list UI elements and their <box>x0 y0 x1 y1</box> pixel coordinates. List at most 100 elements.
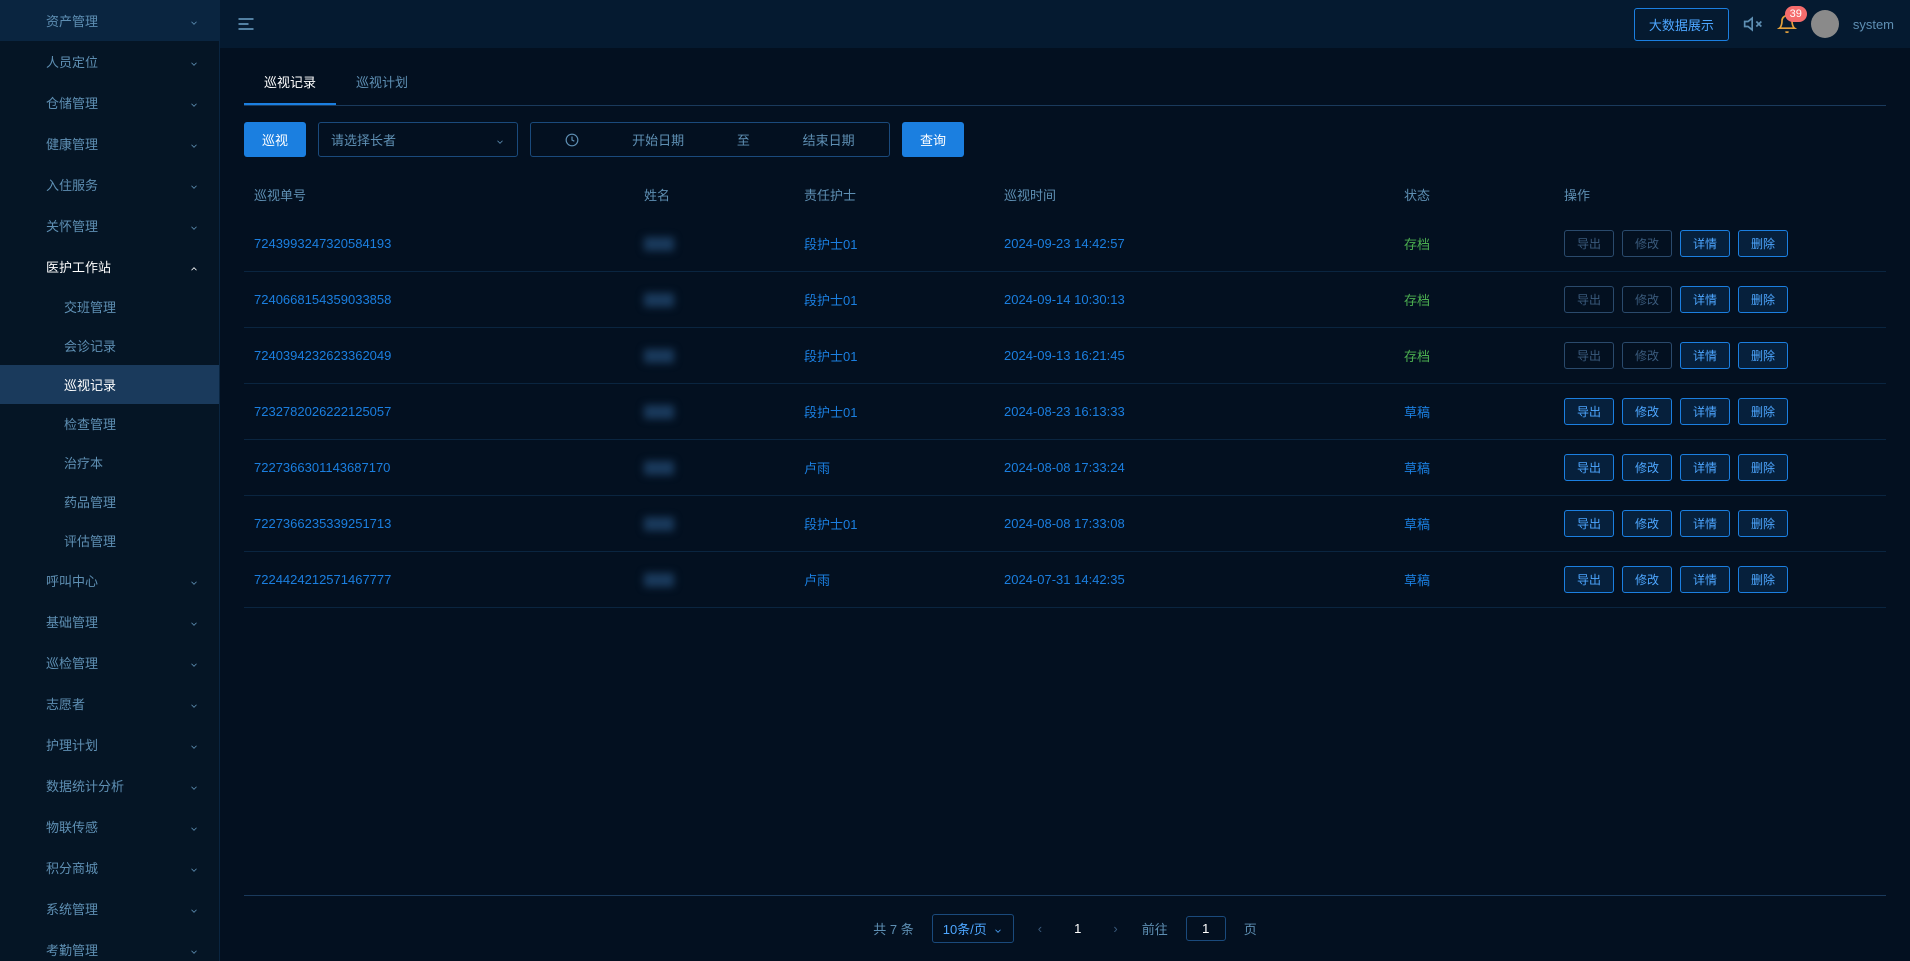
prev-page-button[interactable]: ‹ <box>1032 921 1048 936</box>
sidebar-item-label: 考勤管理 <box>46 940 98 959</box>
delete-button[interactable]: 删除 <box>1738 510 1788 537</box>
elder-select[interactable]: 请选择长者 <box>318 122 518 157</box>
sidebar-item-8[interactable]: 基础管理 <box>0 601 219 642</box>
start-date-placeholder: 开始日期 <box>632 130 684 149</box>
notification-icon[interactable]: 39 <box>1777 14 1797 34</box>
table-row: 7232782026222125057段护士012024-08-23 16:13… <box>244 384 1886 440</box>
delete-button[interactable]: 删除 <box>1738 454 1788 481</box>
avatar[interactable] <box>1811 10 1839 38</box>
pagination: 共 7 条 10条/页 ‹ 1 › 前往 页 <box>244 895 1886 961</box>
edit-button: 修改 <box>1622 342 1672 369</box>
next-page-button[interactable]: › <box>1107 921 1123 936</box>
cell-ops: 导出修改详情删除 <box>1564 342 1886 369</box>
chevron-down-icon <box>189 658 199 668</box>
edit-button[interactable]: 修改 <box>1622 510 1672 537</box>
detail-button[interactable]: 详情 <box>1680 230 1730 257</box>
sidebar-item-label: 积分商城 <box>46 858 98 877</box>
sidebar-subitem-6-6[interactable]: 评估管理 <box>0 521 219 560</box>
table-header: 巡视单号 姓名 责任护士 巡视时间 状态 操作 <box>244 173 1886 216</box>
sidebar-item-3[interactable]: 健康管理 <box>0 123 219 164</box>
cell-name <box>644 237 804 251</box>
sidebar-item-14[interactable]: 积分商城 <box>0 847 219 888</box>
export-button[interactable]: 导出 <box>1564 566 1614 593</box>
sidebar-subitem-6-3[interactable]: 检查管理 <box>0 404 219 443</box>
date-separator: 至 <box>737 130 750 149</box>
content: 巡视记录巡视计划 巡视 请选择长者 开始日期 至 结束日期 查询 巡视单号 姓名… <box>220 48 1910 961</box>
cell-time: 2024-08-08 17:33:08 <box>1004 516 1404 531</box>
sidebar-subitem-6-0[interactable]: 交班管理 <box>0 287 219 326</box>
mute-icon[interactable] <box>1743 14 1763 34</box>
delete-button[interactable]: 删除 <box>1738 342 1788 369</box>
tab-0[interactable]: 巡视记录 <box>244 60 336 105</box>
edit-button: 修改 <box>1622 286 1672 313</box>
sidebar-item-12[interactable]: 数据统计分析 <box>0 765 219 806</box>
sidebar-item-label: 系统管理 <box>46 899 98 918</box>
detail-button[interactable]: 详情 <box>1680 454 1730 481</box>
export-button[interactable]: 导出 <box>1564 398 1614 425</box>
sidebar-item-4[interactable]: 入住服务 <box>0 164 219 205</box>
edit-button[interactable]: 修改 <box>1622 398 1672 425</box>
search-button[interactable]: 查询 <box>902 122 964 157</box>
chevron-down-icon <box>189 945 199 955</box>
export-button[interactable]: 导出 <box>1564 510 1614 537</box>
chevron-up-icon <box>189 262 199 272</box>
delete-button[interactable]: 删除 <box>1738 230 1788 257</box>
sidebar-item-1[interactable]: 人员定位 <box>0 41 219 82</box>
big-data-button[interactable]: 大数据展示 <box>1634 8 1729 41</box>
chevron-down-icon <box>189 16 199 26</box>
detail-button[interactable]: 详情 <box>1680 286 1730 313</box>
edit-button[interactable]: 修改 <box>1622 454 1672 481</box>
detail-button[interactable]: 详情 <box>1680 510 1730 537</box>
sidebar-item-11[interactable]: 护理计划 <box>0 724 219 765</box>
patrol-button[interactable]: 巡视 <box>244 122 306 157</box>
cell-time: 2024-09-13 16:21:45 <box>1004 348 1404 363</box>
cell-nurse: 段护士01 <box>804 346 1004 365</box>
cell-id: 7227366235339251713 <box>244 516 644 531</box>
delete-button[interactable]: 删除 <box>1738 286 1788 313</box>
detail-button[interactable]: 详情 <box>1680 566 1730 593</box>
chevron-down-icon <box>189 699 199 709</box>
cell-nurse: 段护士01 <box>804 290 1004 309</box>
sidebar-item-label: 仓储管理 <box>46 93 98 112</box>
page-size-select[interactable]: 10条/页 <box>932 914 1014 943</box>
cell-name <box>644 349 804 363</box>
date-range-picker[interactable]: 开始日期 至 结束日期 <box>530 122 890 157</box>
tabs: 巡视记录巡视计划 <box>244 60 1886 106</box>
clock-icon <box>565 133 579 147</box>
detail-button[interactable]: 详情 <box>1680 342 1730 369</box>
collapse-sidebar-button[interactable] <box>236 14 256 34</box>
table-row: 7240394232623362049段护士012024-09-13 16:21… <box>244 328 1886 384</box>
sidebar-item-10[interactable]: 志愿者 <box>0 683 219 724</box>
sidebar-subitem-6-1[interactable]: 会诊记录 <box>0 326 219 365</box>
sidebar-item-9[interactable]: 巡检管理 <box>0 642 219 683</box>
cell-nurse: 段护士01 <box>804 402 1004 421</box>
header: 大数据展示 39 system <box>220 0 1910 48</box>
sidebar-item-6[interactable]: 医护工作站 <box>0 246 219 287</box>
cell-ops: 导出修改详情删除 <box>1564 454 1886 481</box>
delete-button[interactable]: 删除 <box>1738 398 1788 425</box>
sidebar-item-5[interactable]: 关怀管理 <box>0 205 219 246</box>
detail-button[interactable]: 详情 <box>1680 398 1730 425</box>
sidebar-item-2[interactable]: 仓储管理 <box>0 82 219 123</box>
sidebar-item-label: 巡检管理 <box>46 653 98 672</box>
sidebar-item-15[interactable]: 系统管理 <box>0 888 219 929</box>
sidebar-item-label: 基础管理 <box>46 612 98 631</box>
sidebar-item-13[interactable]: 物联传感 <box>0 806 219 847</box>
tab-1[interactable]: 巡视计划 <box>336 60 428 105</box>
chevron-down-icon <box>189 863 199 873</box>
edit-button[interactable]: 修改 <box>1622 566 1672 593</box>
export-button[interactable]: 导出 <box>1564 454 1614 481</box>
delete-button[interactable]: 删除 <box>1738 566 1788 593</box>
sidebar-subitem-6-5[interactable]: 药品管理 <box>0 482 219 521</box>
cell-status: 存档 <box>1404 290 1564 309</box>
sidebar-item-0[interactable]: 资产管理 <box>0 0 219 41</box>
sidebar-item-label: 资产管理 <box>46 11 98 30</box>
sidebar-item-7[interactable]: 呼叫中心 <box>0 560 219 601</box>
total-count: 共 7 条 <box>873 919 913 938</box>
goto-page-input[interactable] <box>1186 916 1226 941</box>
current-page[interactable]: 1 <box>1066 921 1089 936</box>
sidebar-subitem-6-2[interactable]: 巡视记录 <box>0 365 219 404</box>
table-row: 7227366235339251713段护士012024-08-08 17:33… <box>244 496 1886 552</box>
sidebar-subitem-6-4[interactable]: 治疗本 <box>0 443 219 482</box>
sidebar-item-16[interactable]: 考勤管理 <box>0 929 219 961</box>
